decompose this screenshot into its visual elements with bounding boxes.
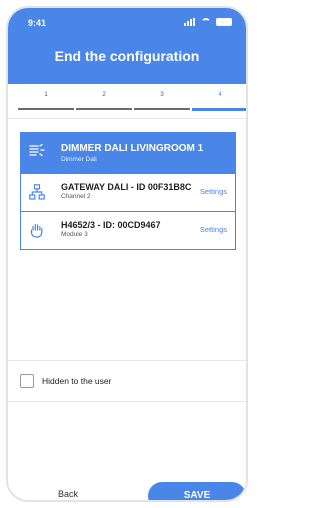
stepper: 1 2 3 4 — [8, 84, 246, 118]
signal-icon — [184, 18, 196, 26]
device-title: DIMMER DALI LIVINGROOM 1 — [61, 143, 204, 154]
step-3: 3 — [134, 92, 190, 116]
battery-icon — [216, 18, 232, 26]
device-row-module[interactable]: H4652/3 - ID: 00CD9467 Module 3 Settings — [21, 211, 235, 249]
page-title: End the configuration — [54, 48, 200, 64]
step-2: 2 — [76, 92, 132, 116]
divider — [8, 401, 246, 402]
device-title: H4652/3 - ID: 00CD9467 — [61, 220, 161, 230]
device-row-dimmer[interactable]: DIMMER DALI LIVINGROOM 1 Dimmer Dali — [21, 133, 235, 173]
device-subtitle: Channel 2 — [61, 193, 91, 200]
settings-link[interactable]: Settings — [200, 187, 227, 196]
step-number: 4 — [218, 92, 222, 98]
step-number: 2 — [102, 92, 106, 98]
step-number: 1 — [44, 92, 48, 98]
device-subtitle: Module 3 — [61, 231, 88, 238]
network-icon — [29, 184, 45, 200]
hand-touch-icon — [30, 223, 43, 238]
status-bar: 9:41 — [8, 18, 246, 32]
device-row-gateway[interactable]: GATEWAY DALI - ID 00F31B8C Channel 2 Set… — [21, 173, 235, 211]
device-title: GATEWAY DALI - ID 00F31B8C — [61, 182, 192, 192]
header: 9:41 End the configuration — [8, 8, 246, 84]
step-bar — [192, 108, 246, 111]
wifi-icon — [201, 18, 211, 26]
save-button[interactable]: SAVE — [148, 482, 246, 500]
device-list: DIMMER DALI LIVINGROOM 1 Dimmer Dali GAT… — [20, 132, 236, 250]
step-4: 4 — [192, 92, 246, 116]
settings-link[interactable]: Settings — [200, 225, 227, 234]
dimmer-icon — [29, 143, 45, 157]
back-button[interactable]: Back — [58, 489, 78, 499]
step-1: 1 — [18, 92, 74, 116]
step-bar — [76, 108, 132, 110]
device-frame: 9:41 End the configuration 1 2 3 4 DIMME… — [0, 0, 254, 508]
hidden-label: Hidden to the user — [42, 376, 112, 386]
device-subtitle: Dimmer Dali — [61, 156, 97, 163]
step-bar — [18, 108, 74, 110]
hidden-option-row[interactable]: Hidden to the user — [8, 361, 246, 401]
step-number: 3 — [160, 92, 164, 98]
footer: Back SAVE — [8, 482, 246, 500]
phone-screen: 9:41 End the configuration 1 2 3 4 DIMME… — [6, 6, 248, 502]
status-icons — [184, 18, 232, 26]
step-bar — [134, 108, 190, 110]
status-time: 9:41 — [28, 18, 47, 28]
hidden-checkbox[interactable] — [20, 374, 34, 388]
divider — [8, 118, 246, 119]
